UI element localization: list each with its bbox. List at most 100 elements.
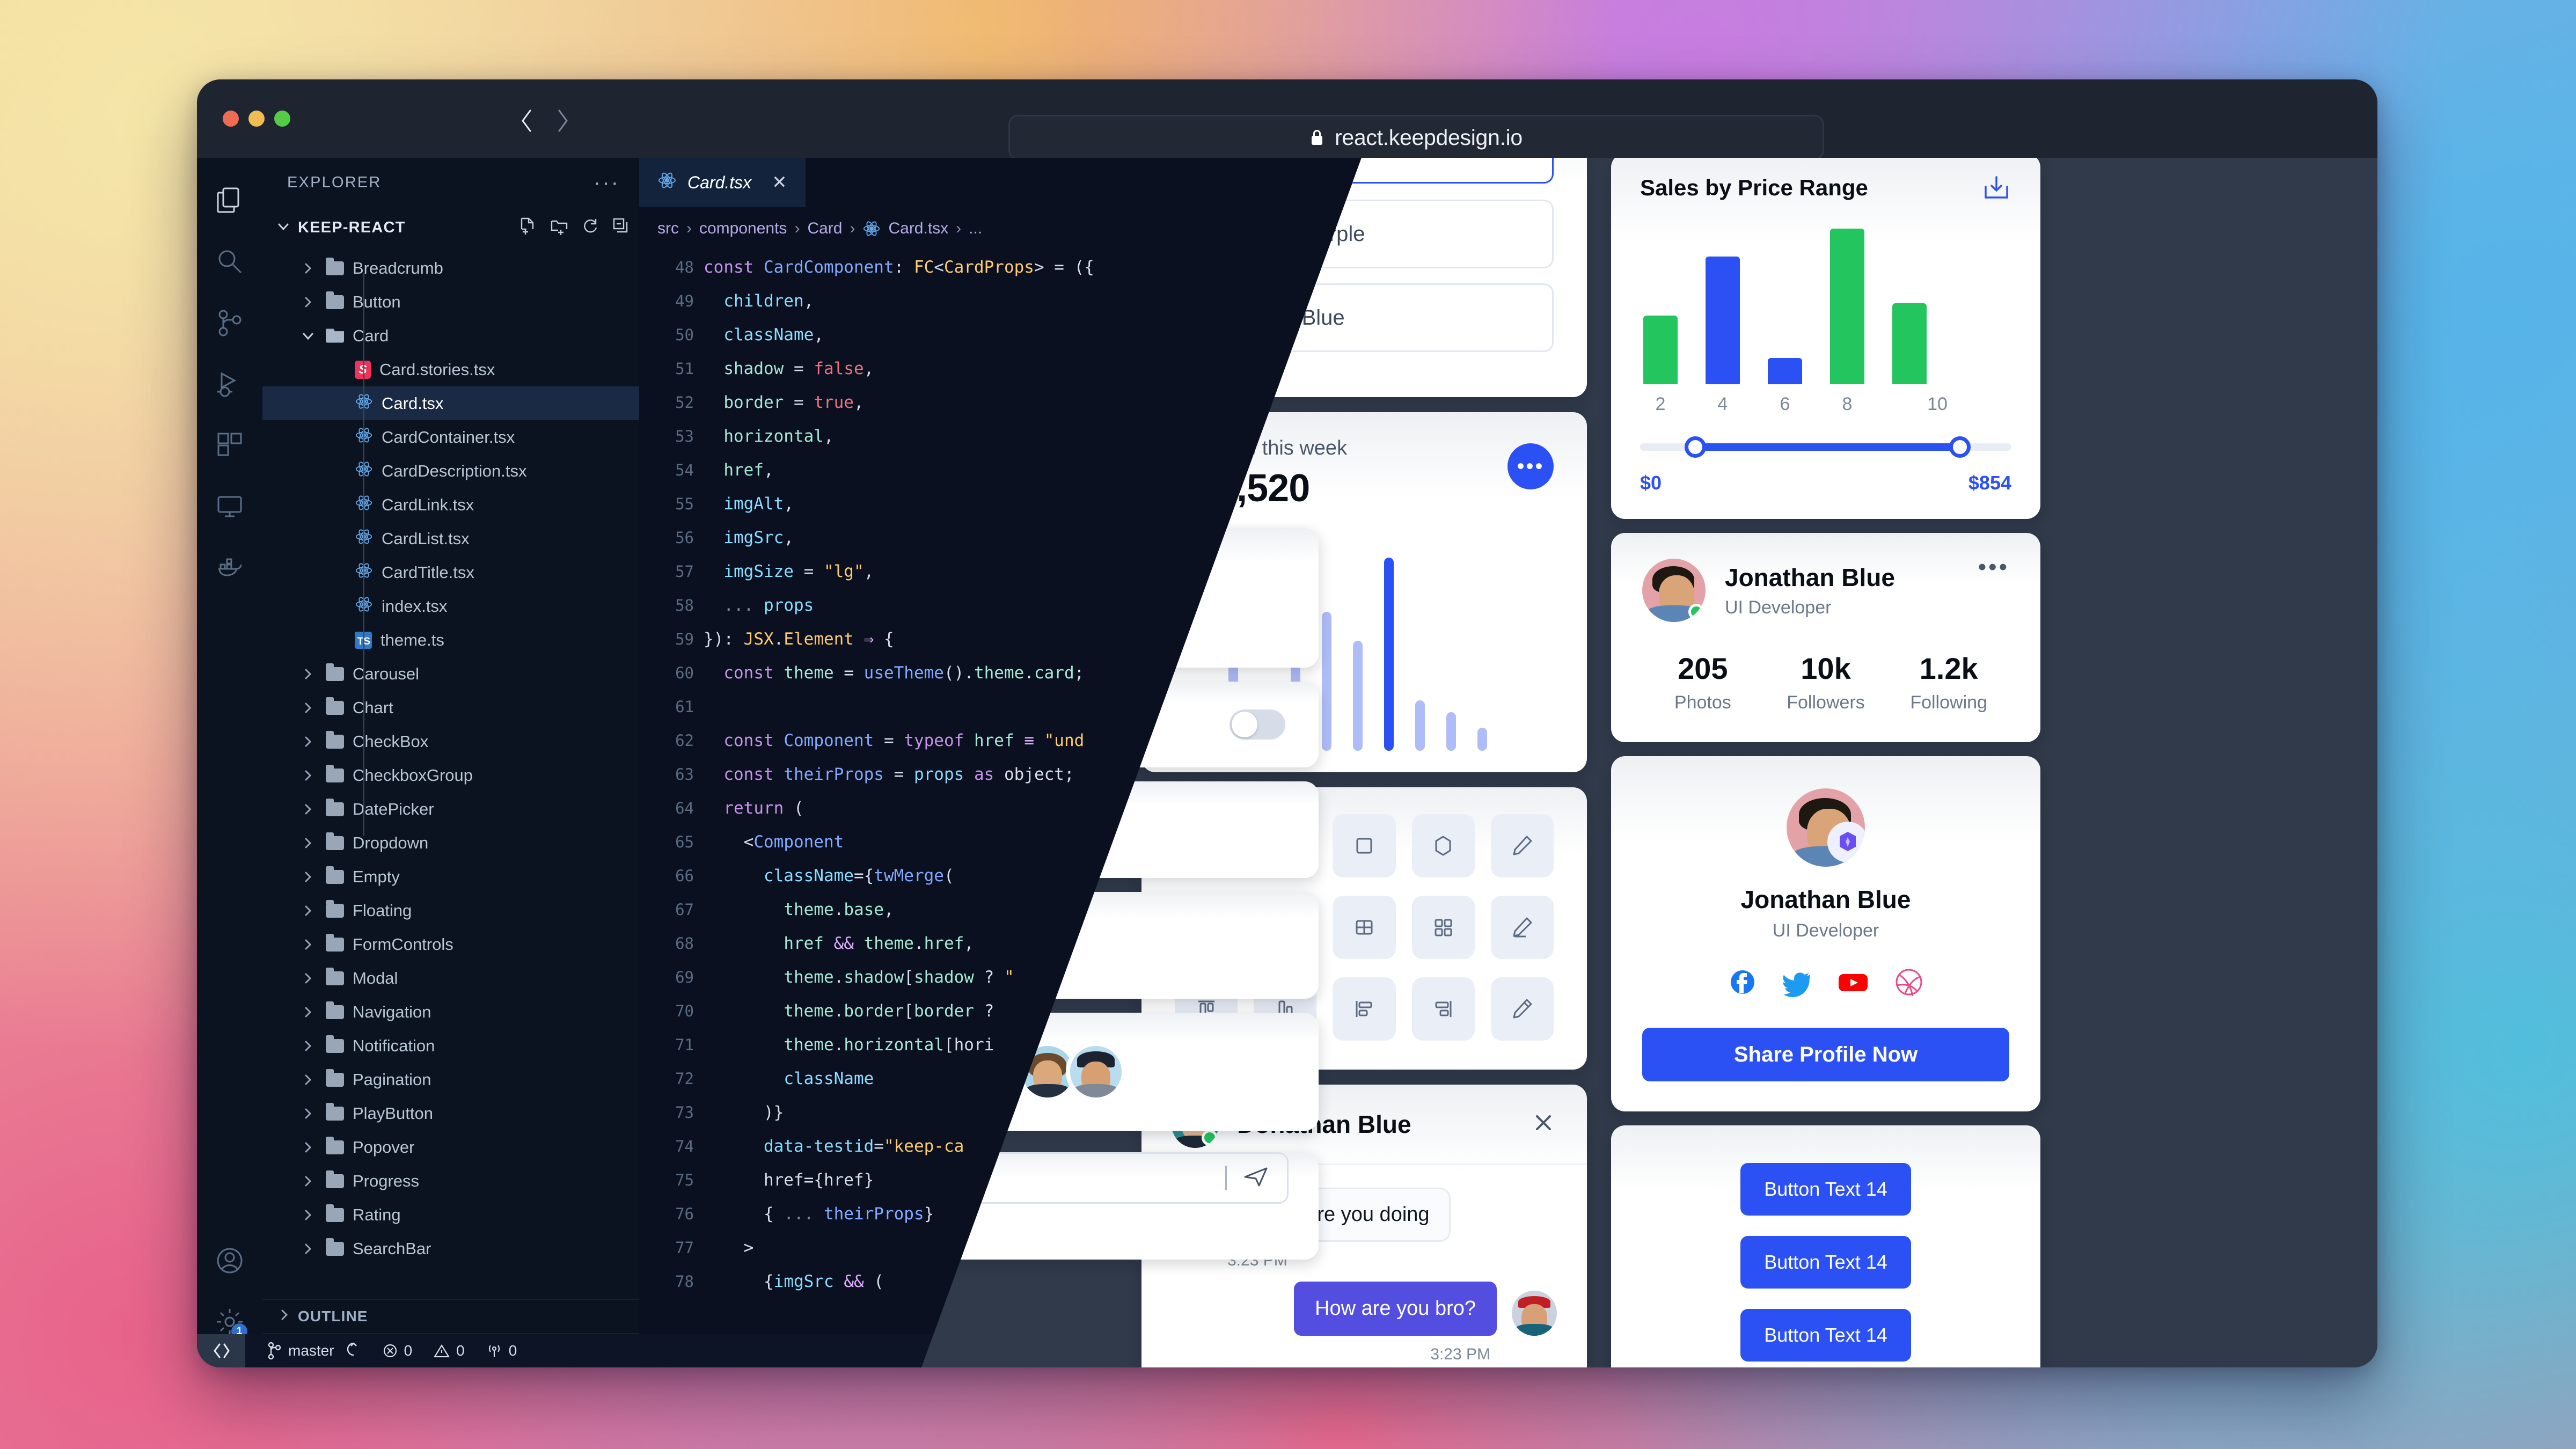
tree-item[interactable]: CardDescription.tsx xyxy=(262,454,639,488)
pencil-icon[interactable] xyxy=(1490,814,1554,877)
chevron-right-icon[interactable] xyxy=(299,1242,317,1256)
collapse-all-icon[interactable] xyxy=(612,217,628,238)
tree-item[interactable]: Card xyxy=(262,319,639,353)
toggle-switch[interactable] xyxy=(1230,709,1285,740)
tree-item[interactable]: SearchBar xyxy=(262,1232,639,1265)
tree-item[interactable]: S Card.stories.tsx xyxy=(262,353,639,386)
chevron-right-icon[interactable] xyxy=(299,1174,317,1188)
chevron-right-icon[interactable] xyxy=(299,735,317,749)
grid-dots-icon[interactable] xyxy=(1411,896,1475,959)
breadcrumb-item[interactable]: Card xyxy=(807,219,842,238)
chevron-right-icon[interactable] xyxy=(299,1039,317,1053)
close-icon[interactable]: ✕ xyxy=(772,172,787,193)
files-icon[interactable] xyxy=(213,184,246,217)
tree-item[interactable]: Empty xyxy=(262,860,639,894)
chevron-right-icon[interactable] xyxy=(299,261,317,275)
tree-item[interactable]: DatePicker xyxy=(262,792,639,826)
share-profile-button[interactable]: Share Profile Now xyxy=(1642,1028,2009,1081)
hexagon-icon[interactable] xyxy=(1411,814,1475,877)
tree-item[interactable]: FormControls xyxy=(262,927,639,961)
twitter-icon[interactable] xyxy=(1782,967,1812,1000)
minimize-window-button[interactable] xyxy=(248,111,265,127)
breadcrumb-item[interactable]: Card.tsx xyxy=(888,219,948,238)
chevron-right-icon[interactable] xyxy=(299,904,317,918)
status-errors[interactable]: 0 xyxy=(383,1342,412,1359)
dribbble-icon[interactable] xyxy=(1894,967,1924,1000)
chevron-right-icon[interactable] xyxy=(299,836,317,850)
chevron-right-icon[interactable] xyxy=(299,971,317,985)
account-icon[interactable] xyxy=(213,1244,246,1277)
chevron-right-icon[interactable] xyxy=(299,701,317,715)
send-icon[interactable] xyxy=(1241,1162,1271,1195)
status-branch[interactable]: master xyxy=(267,1341,361,1361)
chevron-right-icon[interactable] xyxy=(299,938,317,952)
tree-item[interactable]: Rating xyxy=(262,1198,639,1232)
youtube-icon[interactable] xyxy=(1837,967,1869,1000)
navigation-buttons[interactable] xyxy=(519,108,570,133)
breadcrumb-item[interactable]: src xyxy=(657,219,679,238)
action-button[interactable]: Button Text 14 xyxy=(1740,1309,1911,1362)
remote-window-icon[interactable] xyxy=(197,1334,245,1367)
profile-more-button[interactable]: ••• xyxy=(1978,555,2009,579)
tree-item[interactable]: Pagination xyxy=(262,1063,639,1096)
maximize-window-button[interactable] xyxy=(274,111,290,127)
docker-icon[interactable] xyxy=(213,551,246,584)
sync-icon[interactable] xyxy=(346,1341,361,1361)
chevron-down-icon[interactable] xyxy=(276,219,290,236)
settings-gear-icon[interactable]: 1 xyxy=(213,1305,247,1340)
tree-item[interactable]: CardContainer.tsx xyxy=(262,420,639,454)
chevron-right-icon[interactable] xyxy=(299,295,317,309)
tree-item[interactable]: Button xyxy=(262,285,639,319)
pencil-edit-icon[interactable] xyxy=(1490,896,1554,959)
source-control-icon[interactable] xyxy=(213,306,246,339)
window-controls[interactable] xyxy=(223,111,290,127)
tree-item[interactable]: index.tsx xyxy=(262,589,639,623)
back-icon[interactable] xyxy=(519,108,535,133)
tab-card-tsx[interactable]: Card.tsx ✕ xyxy=(639,158,806,207)
avatar[interactable] xyxy=(1066,1042,1126,1102)
align-left-icon[interactable] xyxy=(1333,977,1396,1041)
price-range-slider[interactable] xyxy=(1640,436,2011,458)
chevron-down-icon[interactable] xyxy=(299,329,317,343)
search-icon[interactable] xyxy=(213,245,246,278)
tree-item[interactable]: Popover xyxy=(262,1130,639,1164)
square-icon[interactable] xyxy=(1333,814,1396,877)
tree-item[interactable]: Progress xyxy=(262,1164,639,1198)
chevron-right-icon[interactable] xyxy=(299,1005,317,1019)
tree-item[interactable]: Carousel xyxy=(262,657,639,691)
chevron-right-icon[interactable] xyxy=(299,769,317,782)
forward-icon[interactable] xyxy=(554,108,570,133)
slider-handle-max[interactable] xyxy=(1949,436,1971,458)
revenue-more-button[interactable]: ••• xyxy=(1507,443,1554,489)
chevron-right-icon[interactable] xyxy=(299,667,317,681)
tree-item[interactable]: Breadcrumb xyxy=(262,251,639,285)
ellipsis-icon[interactable]: ··· xyxy=(594,172,620,193)
chevron-right-icon[interactable] xyxy=(299,1140,317,1154)
chevron-right-icon[interactable] xyxy=(299,802,317,816)
tree-item[interactable]: CardList.tsx xyxy=(262,522,639,555)
align-right-icon[interactable] xyxy=(1411,977,1475,1041)
tree-item[interactable]: TStheme.ts xyxy=(262,623,639,657)
breadcrumb-item[interactable]: components xyxy=(699,219,787,238)
file-tree[interactable]: Breadcrumb Button Card S Card.stories.tsx Car… xyxy=(262,248,639,1265)
tree-item[interactable]: Navigation xyxy=(262,995,639,1029)
download-icon[interactable] xyxy=(1981,175,2011,204)
tree-item[interactable]: Notification xyxy=(262,1029,639,1063)
action-button[interactable]: Button Text 14 xyxy=(1740,1236,1911,1289)
pencil-draw-icon[interactable] xyxy=(1490,977,1554,1041)
explorer-section-outline[interactable]: OUTLINE xyxy=(262,1299,639,1333)
activity-bar[interactable]: 1 xyxy=(197,158,262,1367)
status-ports[interactable]: 0 xyxy=(486,1342,517,1359)
grid-4-icon[interactable] xyxy=(1333,896,1396,959)
chevron-right-icon[interactable] xyxy=(299,1073,317,1087)
tree-item[interactable]: CheckBox xyxy=(262,724,639,758)
tree-item[interactable]: CardTitle.tsx xyxy=(262,555,639,589)
new-file-icon[interactable] xyxy=(519,217,536,238)
chevron-right-icon[interactable] xyxy=(299,870,317,884)
chevron-right-icon[interactable] xyxy=(299,1208,317,1222)
slider-handle-min[interactable] xyxy=(1685,436,1707,458)
chevron-right-icon[interactable] xyxy=(299,1107,317,1121)
tree-item[interactable]: CardLink.tsx xyxy=(262,488,639,522)
chevron-right-icon[interactable] xyxy=(279,1308,290,1326)
extensions-icon[interactable] xyxy=(213,428,246,462)
